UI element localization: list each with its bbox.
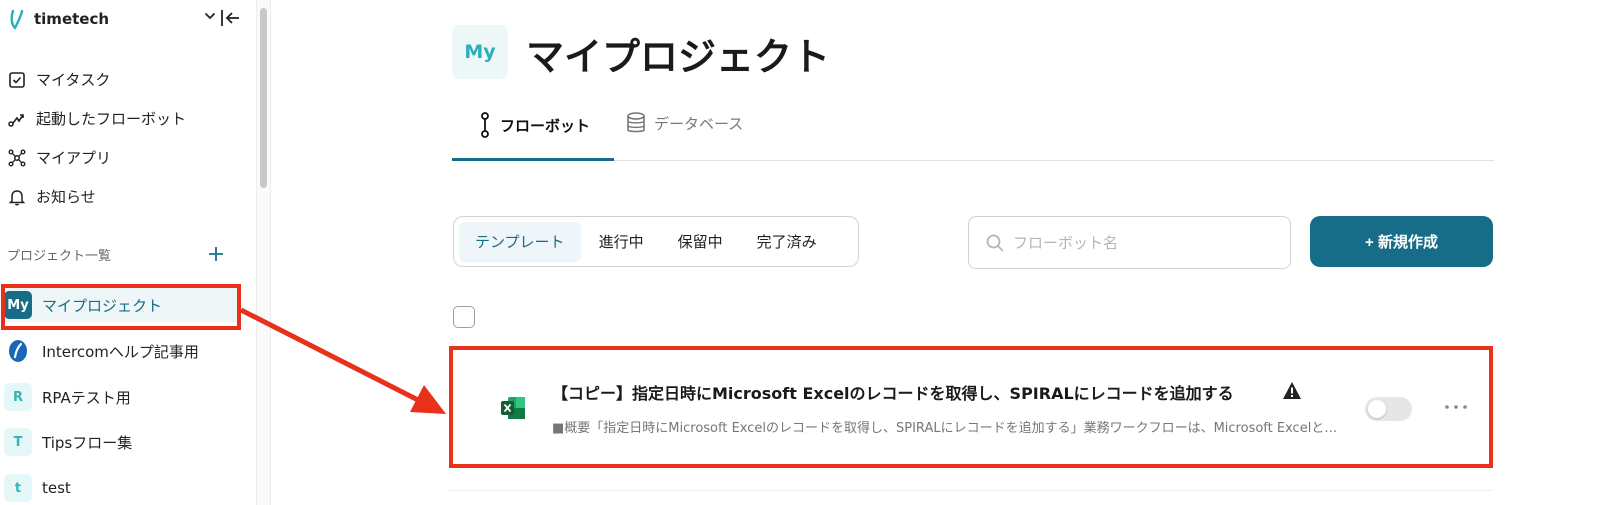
collapse-sidebar-icon[interactable]: [219, 8, 241, 28]
page-badge: My: [452, 25, 508, 79]
select-all-checkbox[interactable]: [453, 306, 475, 328]
apps-icon: [8, 149, 26, 166]
project-item-test[interactable]: t test: [4, 471, 238, 505]
tab-database[interactable]: データベース: [626, 112, 743, 134]
scrollbar-thumb[interactable]: [260, 8, 267, 188]
chevron-down-icon[interactable]: [203, 9, 217, 23]
nav-item-my-apps[interactable]: マイアプリ: [8, 147, 111, 168]
filter-on-hold[interactable]: 保留中: [662, 222, 739, 262]
nav-item-launched-flowbots[interactable]: 起動したフローボット: [8, 108, 186, 129]
search-icon: [986, 234, 1004, 252]
project-label: test: [42, 479, 71, 497]
nav-item-label: マイアプリ: [36, 149, 112, 167]
project-badge: t: [4, 474, 32, 502]
workspace-switcher[interactable]: timetech: [8, 8, 109, 30]
flowbot-icon: [481, 112, 489, 138]
search-input[interactable]: [1013, 233, 1274, 252]
project-label: RPAテスト用: [42, 388, 131, 407]
plus-icon[interactable]: [207, 245, 225, 263]
database-icon: [627, 112, 645, 133]
project-label: Tipsフロー集: [42, 433, 133, 452]
project-item-rpa-test[interactable]: R RPAテスト用: [4, 380, 238, 414]
sidebar: timetech マイタスク 起動したフローボット マイアプリ お知らせ プロジ…: [0, 0, 252, 505]
bell-icon: [8, 189, 26, 205]
sidebar-scrollbar[interactable]: [256, 0, 270, 505]
annotation-highlight-box: [449, 346, 1493, 468]
workspace-name: timetech: [34, 10, 110, 28]
project-item-tips[interactable]: T Tipsフロー集: [4, 425, 238, 459]
search-box: [968, 216, 1291, 269]
checkbox-icon: [9, 71, 25, 88]
timetech-logo-icon: [10, 9, 24, 30]
project-badge: T: [4, 428, 32, 456]
filter-template[interactable]: テンプレート: [459, 221, 581, 262]
filter-completed[interactable]: 完了済み: [741, 222, 833, 262]
sidebar-divider: [270, 0, 271, 505]
nav-item-label: お知らせ: [36, 188, 96, 206]
nav-item-notifications[interactable]: お知らせ: [8, 186, 96, 207]
page-title: マイプロジェクト: [526, 35, 831, 79]
tab-label: データベース: [654, 114, 744, 133]
nav-item-label: 起動したフローボット: [36, 110, 187, 128]
intercom-project-logo-icon: [4, 337, 32, 365]
project-label: Intercomヘルプ記事用: [42, 342, 199, 361]
tab-flowbots[interactable]: フローボット: [478, 112, 590, 138]
nav-item-my-tasks[interactable]: マイタスク: [8, 69, 110, 90]
project-item-intercom[interactable]: Intercomヘルプ記事用: [4, 334, 238, 368]
flow-icon: [8, 113, 24, 127]
project-badge: R: [4, 383, 32, 411]
projects-section-label: プロジェクト一覧: [7, 249, 112, 264]
tab-label: フローボット: [500, 116, 591, 135]
nav-item-label: マイタスク: [36, 71, 111, 89]
active-tab-indicator: [452, 158, 614, 161]
new-flowbot-button[interactable]: + 新規作成: [1310, 216, 1493, 267]
status-filter: テンプレート 進行中 保留中 完了済み: [453, 216, 859, 267]
filter-in-progress[interactable]: 進行中: [583, 222, 660, 262]
next-card-edge: [449, 490, 1493, 505]
annotation-highlight-box: [1, 284, 241, 330]
